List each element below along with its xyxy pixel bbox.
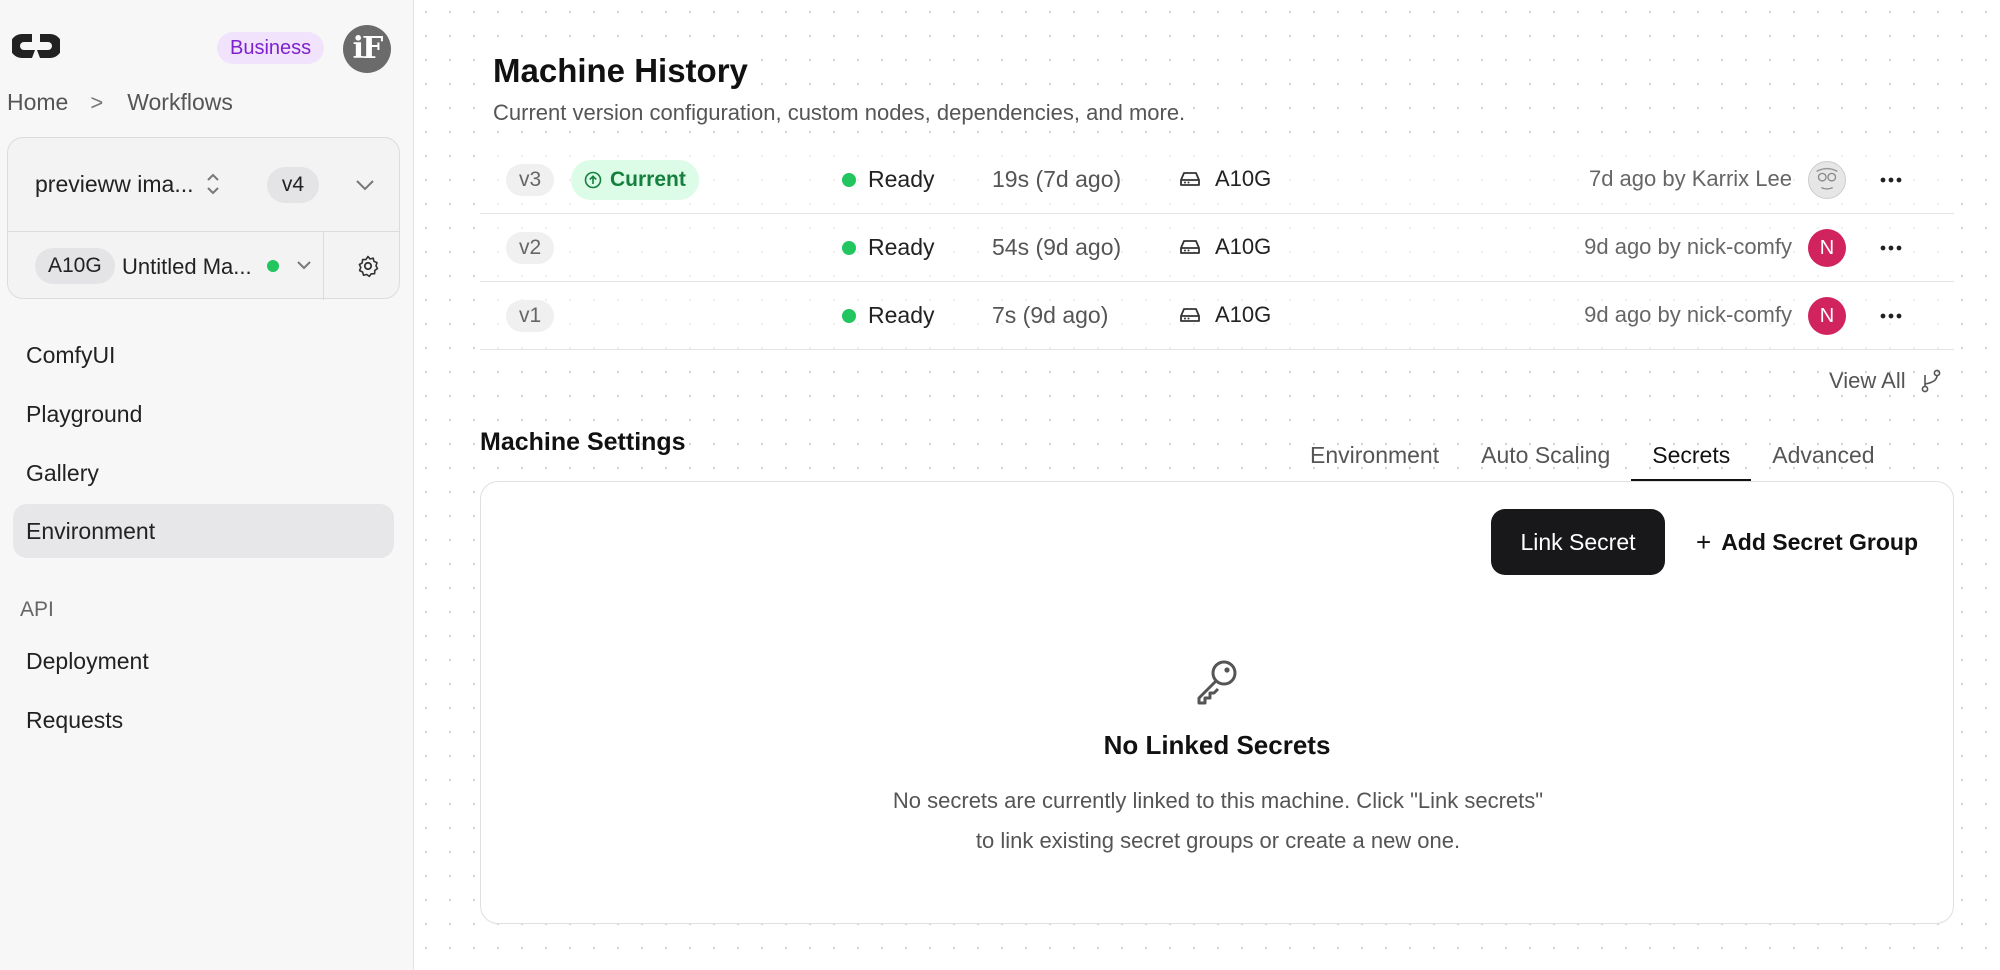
nav-item-playground[interactable]: Playground [13,387,394,441]
page-title: Machine History [493,52,748,90]
gpu-info: A10G [1179,166,1271,192]
status-label: Ready [868,234,935,260]
nav-item-gallery[interactable]: Gallery [13,446,394,500]
add-secret-group-label: Add Secret Group [1721,529,1918,555]
divider [323,232,324,300]
machine-name[interactable]: Untitled Ma... [122,254,252,280]
version-badge: v3 [506,164,555,196]
history-row-v1[interactable]: v1 Ready 7s (9d ago) A10G 9d ago by nick… [480,282,1954,350]
tab-auto-scaling[interactable]: Auto Scaling [1460,436,1631,482]
nav-section-api: API [20,598,54,621]
user-photo-avatar [1808,161,1846,199]
machine-status-dot [267,260,279,272]
nav-item-requests[interactable]: Requests [13,693,394,747]
current-badge: Current [571,160,699,200]
git-branch-icon [1921,369,1941,393]
key-icon [1197,660,1237,705]
status-label: Ready [868,166,935,192]
more-horizontal-icon[interactable] [1878,238,1904,258]
status-dot [842,172,856,187]
empty-state-description: No secrets are currently linked to this … [831,781,1605,861]
updated-by: 9d ago by nick-comfy [1584,302,1792,327]
hard-drive-icon [1180,172,1200,186]
gpu-label: A10G [1215,302,1272,327]
status-dot [842,308,856,323]
hard-drive-icon [1180,308,1200,322]
nav-item-comfyui[interactable]: ComfyUI [13,328,394,382]
status-dot [842,240,856,255]
gear-icon[interactable] [356,254,380,278]
sidebar: Business iF Home > Workflows previeww im… [0,0,414,970]
machine-selector-row: A10G Untitled Ma... [8,232,399,300]
status: Ready [842,166,934,193]
updated-by: 9d ago by nick-comfy [1584,234,1792,259]
empty-state-line-2: to link existing secret groups or create… [975,828,1461,853]
hard-drive-icon [1180,240,1200,254]
empty-state-title: No Linked Secrets [1103,730,1331,760]
status: Ready [842,302,934,329]
tab-advanced[interactable]: Advanced [1751,436,1895,482]
workflow-name: previeww ima... [35,171,194,197]
plan-badge: Business [217,32,325,64]
user-avatar: N [1808,229,1846,267]
view-all-label: View All [1829,368,1906,393]
nav-item-deployment[interactable]: Deployment [13,634,394,688]
arrow-up-circle-icon [584,171,602,189]
gpu-label: A10G [1215,234,1272,259]
version-badge: v1 [506,300,555,332]
tab-secrets[interactable]: Secrets [1631,436,1752,482]
history-row-v2[interactable]: v2 Ready 54s (9d ago) A10G 9d ago by nic… [480,214,1954,282]
build-duration: 7s (9d ago) [992,302,1109,328]
workflow-machine-card: previeww ima... v4 A10G Untitled Ma... [7,137,400,300]
add-secret-group-button[interactable]: + Add Secret Group [1696,527,1918,558]
breadcrumb: Home > Workflows [7,89,233,116]
more-horizontal-icon[interactable] [1878,170,1904,190]
comfy-logo-icon[interactable] [12,30,60,62]
plus-icon: + [1696,527,1712,557]
workflow-version-badge[interactable]: v4 [267,167,319,203]
page-subtitle: Current version configuration, custom no… [493,100,1186,126]
chevron-up-down-icon [207,173,219,195]
user-avatar: N [1808,297,1846,335]
gpu-badge: A10G [35,248,115,284]
more-horizontal-icon[interactable] [1878,306,1904,326]
tab-environment[interactable]: Environment [1289,436,1460,482]
settings-tabs: Environment Auto Scaling Secrets Advance… [1289,436,1896,482]
breadcrumb-home[interactable]: Home [7,89,68,116]
user-avatar[interactable]: iF [343,25,391,73]
build-duration: 54s (9d ago) [992,234,1122,260]
view-all-link[interactable]: View All [1829,368,1942,394]
build-duration: 19s (7d ago) [992,166,1122,192]
status: Ready [842,234,934,261]
machine-history-list: v3 Current Ready 19s (7d ago) A10G 7d ag… [480,146,1954,350]
status-label: Ready [868,302,935,328]
history-row-v3[interactable]: v3 Current Ready 19s (7d ago) A10G 7d ag… [480,146,1954,214]
secrets-panel: Link Secret + Add Secret Group No Linked… [480,481,1954,924]
chevron-down-icon[interactable] [353,175,377,195]
machine-settings-title: Machine Settings [480,428,686,456]
breadcrumb-current[interactable]: Workflows [127,89,233,116]
chevron-down-icon[interactable] [295,257,313,273]
version-badge: v2 [506,232,555,264]
gpu-info: A10G [1179,234,1271,260]
empty-state-line-1: No secrets are currently linked to this … [892,788,1544,813]
nav-item-environment[interactable]: Environment [13,504,394,558]
workflow-selector[interactable]: previeww ima... v4 [8,138,399,232]
breadcrumb-separator: > [90,89,104,115]
updated-by: 7d ago by Karrix Lee [1588,166,1792,191]
gpu-label: A10G [1215,166,1272,191]
gpu-info: A10G [1179,302,1271,328]
main-content: Machine History Current version configur… [414,0,2000,970]
current-label: Current [610,168,686,191]
link-secret-button[interactable]: Link Secret [1491,509,1665,575]
